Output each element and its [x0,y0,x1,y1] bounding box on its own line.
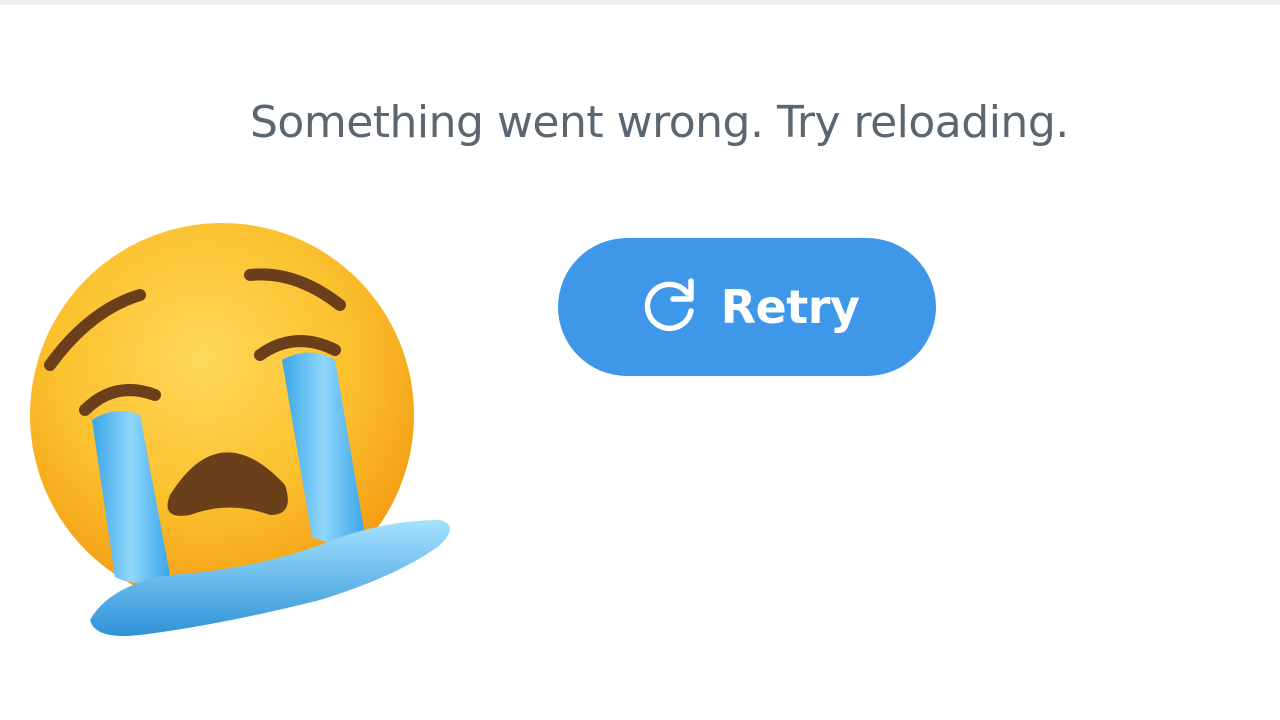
loudly-crying-face-emoji [30,223,450,636]
retry-label: Retry [720,280,860,334]
retry-button[interactable]: Retry [558,238,936,376]
top-divider [0,0,1280,5]
error-page: Something went wrong. Try reloading. Ret… [0,0,1280,720]
error-message: Something went wrong. Try reloading. [250,97,1069,148]
refresh-icon [644,278,694,332]
